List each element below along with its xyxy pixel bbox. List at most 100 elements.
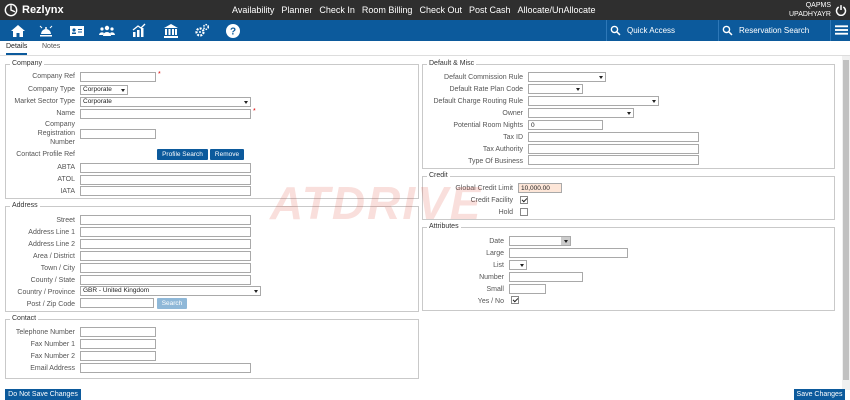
abta-input[interactable]	[80, 163, 251, 173]
company-type-value: Corporate	[83, 86, 112, 93]
vertical-scrollbar[interactable]	[842, 56, 850, 390]
potential-room-nights-input[interactable]	[528, 120, 603, 130]
street-label: Street	[56, 217, 75, 224]
nav-availability[interactable]: Availability	[232, 5, 274, 15]
charge-routing-select[interactable]	[528, 96, 659, 106]
post-code-input[interactable]	[80, 298, 154, 308]
list-select[interactable]	[509, 260, 527, 270]
market-sector-select[interactable]: Corporate	[80, 97, 251, 107]
rate-plan-select[interactable]	[528, 84, 583, 94]
address-panel: Address Street Address Line 1 Address Li…	[5, 202, 419, 312]
hold-checkbox[interactable]	[520, 208, 528, 216]
chevron-down-icon	[599, 76, 603, 79]
number-input[interactable]	[509, 272, 583, 282]
default-misc-title: Default & Misc	[427, 60, 477, 67]
country-select[interactable]: GBR - United Kingdom	[80, 286, 261, 296]
power-icon[interactable]	[835, 4, 847, 16]
address-line-1-label: Address Line 1	[28, 229, 75, 236]
commission-rule-label: Default Commission Rule	[444, 74, 523, 81]
tax-id-input[interactable]	[528, 132, 699, 142]
fax-2-label: Fax Number 2	[30, 353, 75, 360]
search-icon	[722, 25, 733, 36]
company-ref-input[interactable]	[80, 72, 156, 82]
user-site: QAPMS	[805, 2, 831, 9]
profile-search-button[interactable]: Profile Search	[157, 149, 208, 160]
email-input[interactable]	[80, 363, 251, 373]
owner-select[interactable]	[528, 108, 634, 118]
company-panel: Company Company Ref * Company Type Corpo…	[5, 60, 419, 199]
name-input[interactable]	[80, 109, 251, 119]
separator	[830, 20, 831, 41]
nav-planner[interactable]: Planner	[281, 5, 312, 15]
address-line-2-input[interactable]	[80, 239, 251, 249]
nav-check-in[interactable]: Check In	[319, 5, 355, 15]
global-credit-limit-input[interactable]	[518, 183, 562, 193]
save-changes-button[interactable]: Save Changes	[794, 389, 845, 400]
small-label: Small	[486, 286, 504, 293]
group-icon[interactable]	[96, 21, 118, 40]
town-input[interactable]	[80, 263, 251, 273]
icon-bar: ? Quick Access Reservation Search	[0, 20, 850, 41]
tax-authority-input[interactable]	[528, 144, 699, 154]
chevron-down-icon	[121, 89, 125, 92]
address-line-2-label: Address Line 2	[28, 241, 75, 248]
nav-check-out[interactable]: Check Out	[419, 5, 462, 15]
app-name: Rezlynx	[22, 4, 64, 16]
required-marker: *	[253, 108, 256, 115]
do-not-save-button[interactable]: Do Not Save Changes	[5, 389, 81, 400]
country-label: Country / Province	[17, 289, 75, 296]
quick-access-label: Quick Access	[627, 26, 676, 35]
service-bell-icon[interactable]	[35, 21, 57, 40]
yes-no-checkbox[interactable]	[511, 296, 519, 304]
area-input[interactable]	[80, 251, 251, 261]
small-input[interactable]	[509, 284, 546, 294]
search-icon	[610, 25, 621, 36]
remove-button[interactable]: Remove	[210, 149, 244, 160]
hold-label: Hold	[498, 209, 513, 216]
type-of-business-input[interactable]	[528, 155, 699, 165]
rezlynx-logo-icon	[4, 3, 18, 17]
date-picker[interactable]	[509, 236, 571, 246]
fax-1-input[interactable]	[80, 339, 156, 349]
postcode-search-button[interactable]: Search	[157, 298, 187, 309]
telephone-input[interactable]	[80, 327, 156, 337]
fax-2-input[interactable]	[80, 351, 156, 361]
quick-access-button[interactable]: Quick Access	[610, 20, 675, 41]
address-line-1-input[interactable]	[80, 227, 251, 237]
tax-authority-label: Tax Authority	[482, 146, 523, 153]
scrollbar-thumb[interactable]	[843, 60, 849, 380]
bank-icon[interactable]	[160, 21, 182, 40]
required-marker: *	[158, 71, 161, 78]
atol-input[interactable]	[80, 175, 251, 185]
registration-number-input[interactable]	[80, 129, 156, 139]
commission-rule-select[interactable]	[528, 72, 606, 82]
tab-notes[interactable]: Notes	[42, 43, 60, 55]
settings-icon[interactable]	[191, 21, 213, 40]
abta-label: ABTA	[57, 164, 75, 171]
county-input[interactable]	[80, 275, 251, 285]
nav-post-cash[interactable]: Post Cash	[469, 5, 511, 15]
company-type-select[interactable]: Corporate	[80, 85, 128, 95]
default-misc-panel: Default & Misc Default Commission Rule D…	[422, 60, 835, 169]
nav-allocate[interactable]: Allocate/UnAllocate	[518, 5, 596, 15]
date-label: Date	[489, 238, 504, 245]
home-icon[interactable]	[7, 21, 29, 40]
user-info[interactable]: QAPMS UPADHYAYR	[789, 1, 831, 19]
id-card-icon[interactable]	[66, 21, 88, 40]
fax-1-label: Fax Number 1	[30, 341, 75, 348]
chart-icon[interactable]	[128, 21, 150, 40]
nav-room-billing[interactable]: Room Billing	[362, 5, 413, 15]
brand[interactable]: Rezlynx	[4, 2, 64, 18]
help-icon[interactable]: ?	[222, 21, 244, 40]
tab-details[interactable]: Details	[6, 43, 28, 55]
credit-facility-checkbox[interactable]	[520, 196, 528, 204]
large-input[interactable]	[509, 248, 628, 258]
company-ref-label: Company Ref	[32, 73, 75, 80]
hamburger-menu-icon[interactable]	[835, 23, 848, 37]
reservation-search-button[interactable]: Reservation Search	[722, 20, 809, 41]
email-label: Email Address	[30, 365, 75, 372]
calendar-dropdown-icon[interactable]	[561, 237, 570, 245]
street-input[interactable]	[80, 215, 251, 225]
credit-facility-label: Credit Facility	[470, 197, 513, 204]
iata-input[interactable]	[80, 186, 251, 196]
